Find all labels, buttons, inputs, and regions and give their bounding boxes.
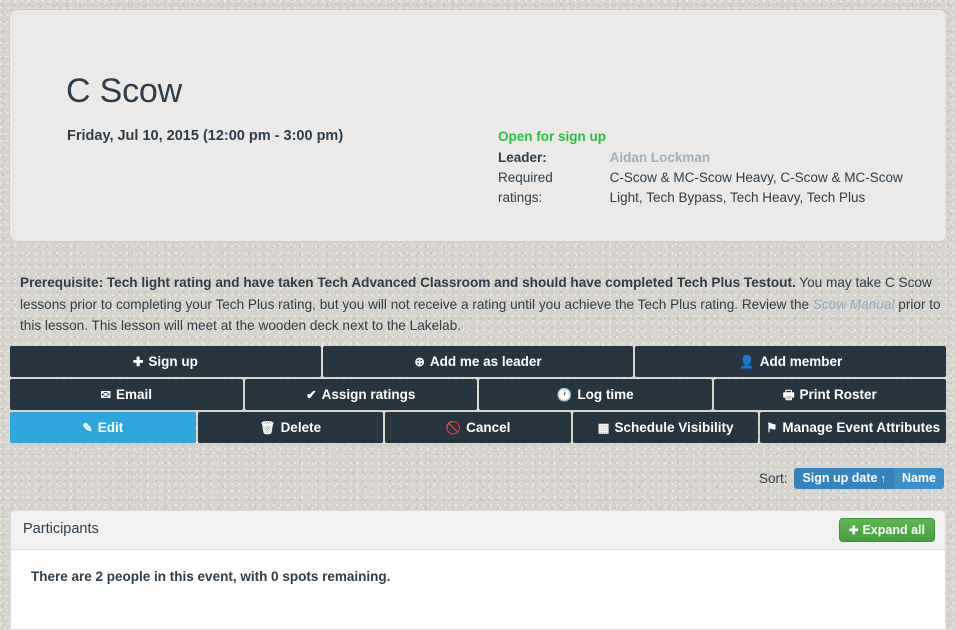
envelope-icon: ✉: [100, 388, 111, 402]
required-ratings-label-line1: Required: [498, 170, 553, 185]
add-member-button[interactable]: 👤 Add member: [635, 346, 947, 377]
participants-count-text: There are 2 people in this event, with 0…: [31, 569, 391, 584]
participants-title: Participants: [23, 521, 99, 537]
event-datetime: Friday, Jul 10, 2015 (12:00 pm - 3:00 pm…: [67, 128, 344, 144]
leader-row: Leader: Aidan Lockman: [498, 148, 928, 168]
log-time-button[interactable]: 🕐 Log time: [479, 379, 712, 410]
ratings-row: Required ratings: C-Scow & MC-Scow Heavy…: [498, 168, 928, 208]
sort-by-signup-date-button[interactable]: Sign up date ↑: [794, 468, 894, 489]
participants-panel: Participants ✚ Expand all There are 2 peo…: [10, 510, 946, 630]
print-roster-button-label: Print Roster: [799, 387, 877, 402]
delete-button-label: Delete: [280, 420, 322, 435]
page-title: C Scow: [66, 72, 182, 110]
printer-icon: 🖶: [782, 388, 795, 402]
calendar-icon: ▦: [597, 421, 610, 435]
sign-up-button-label: Sign up: [148, 354, 198, 369]
check-icon: ✔: [306, 388, 317, 402]
assign-ratings-button[interactable]: ✔ Assign ratings: [244, 379, 477, 410]
cancel-button-label: Cancel: [466, 420, 511, 435]
user-icon: 👤: [739, 355, 755, 369]
sort-by-name-button[interactable]: Name: [893, 468, 944, 489]
event-header-panel: C Scow Friday, Jul 10, 2015 (12:00 pm - …: [10, 10, 946, 241]
event-description: Prerequisite: Tech light rating and have…: [20, 272, 946, 337]
required-ratings-value: C-Scow & MC-Scow Heavy, C-Scow & MC-Scow…: [609, 170, 903, 205]
plus-icon: ✚: [132, 355, 144, 369]
edit-button[interactable]: ✎ Edit: [10, 412, 196, 443]
scow-manual-link[interactable]: Scow Manual: [813, 297, 895, 312]
print-roster-button[interactable]: 🖶 Print Roster: [713, 379, 946, 410]
expand-all-button[interactable]: ✚ Expand all: [838, 518, 935, 542]
event-action-toolbar: ✚ Sign up ⊕ Add me as leader 👤 Add member ✉…: [10, 346, 947, 445]
clock-icon: 🕐: [556, 388, 573, 402]
delete-button[interactable]: 🗑 Delete: [197, 412, 384, 443]
plus-circle-icon: ⊕: [414, 355, 425, 369]
schedule-visibility-button[interactable]: ▦ Schedule Visibility: [572, 412, 759, 443]
event-meta-table: Leader: Aidan Lockman Required ratings: …: [498, 148, 928, 208]
pencil-square-icon: ✎: [82, 421, 93, 435]
manage-event-attributes-button-label: Manage Event Attributes: [782, 420, 941, 435]
add-me-as-leader-button[interactable]: ⊕ Add me as leader: [322, 346, 634, 377]
expand-all-button-label: Expand all: [862, 523, 925, 537]
schedule-visibility-button-label: Schedule Visibility: [614, 420, 734, 435]
leader-label: Leader:: [498, 150, 547, 165]
sort-control: Sort: Sign up date ↑ Name: [759, 468, 944, 489]
arrow-up-icon: ↑: [880, 473, 886, 485]
action-row-2: ✉ Email ✔ Assign ratings 🕐 Log time 🖶 Print …: [10, 379, 946, 410]
status-badge: Open for sign up: [498, 129, 606, 144]
leader-value: Aidan Lockman: [610, 148, 928, 168]
trash-icon: 🗑: [259, 421, 276, 435]
leader-link[interactable]: Aidan Lockman: [610, 150, 711, 165]
add-member-button-label: Add member: [759, 354, 843, 369]
sort-by-signup-date-label: Sign up date: [802, 471, 878, 485]
required-ratings-label-line2: ratings:: [498, 190, 543, 205]
description-prerequisite: Prerequisite: Tech light rating and have…: [20, 275, 796, 290]
ban-icon: 🚫: [445, 421, 462, 435]
sort-button-group: Sign up date ↑ Name: [794, 468, 944, 489]
email-button[interactable]: ✉ Email: [10, 379, 243, 410]
plus-icon: ✚: [848, 525, 859, 537]
assign-ratings-button-label: Assign ratings: [321, 387, 416, 402]
required-ratings-label: Required ratings:: [498, 168, 610, 208]
flag-icon: ⚑: [766, 421, 778, 435]
email-button-label: Email: [115, 387, 152, 402]
participants-panel-body: There are 2 people in this event, with 0…: [11, 550, 945, 584]
action-row-3: ✎ Edit 🗑 Delete 🚫 Cancel ▦ Schedule Visibili…: [10, 412, 946, 443]
participants-panel-header: Participants ✚ Expand all: [11, 511, 945, 550]
sort-label: Sort:: [758, 471, 788, 486]
add-me-as-leader-button-label: Add me as leader: [429, 354, 542, 369]
edit-button-label: Edit: [97, 420, 124, 435]
manage-event-attributes-button[interactable]: ⚑ Manage Event Attributes: [760, 412, 946, 443]
log-time-button-label: Log time: [577, 387, 634, 402]
sign-up-button[interactable]: ✚ Sign up: [10, 346, 321, 377]
action-row-1: ✚ Sign up ⊕ Add me as leader 👤 Add member: [10, 346, 947, 377]
event-detail-page: C Scow Friday, Jul 10, 2015 (12:00 pm - …: [0, 0, 956, 630]
cancel-button[interactable]: 🚫 Cancel: [385, 412, 571, 443]
event-meta-block: Open for sign up Leader: Aidan Lockman R…: [498, 128, 928, 208]
sort-by-name-label: Name: [901, 471, 936, 485]
